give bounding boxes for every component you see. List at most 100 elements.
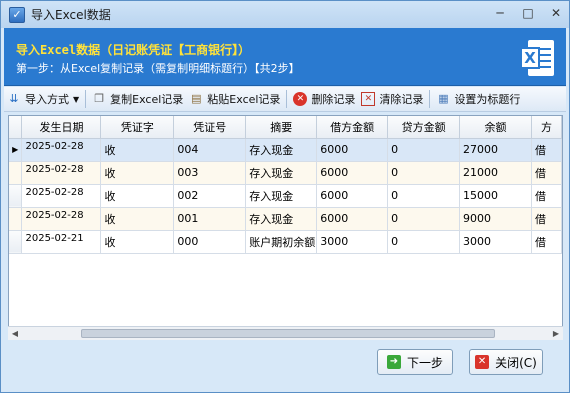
cell-direction[interactable]: 借 [531, 138, 562, 162]
copy-icon: ❐ [94, 92, 105, 105]
cell-voucher-number[interactable]: 001 [173, 207, 247, 231]
cell-voucher-number[interactable]: 000 [173, 230, 247, 254]
close-button[interactable]: ✕ 关闭(C) [469, 349, 543, 375]
column-header[interactable]: 发生日期 [21, 116, 102, 139]
scrollbar-thumb[interactable] [81, 329, 495, 338]
window-title: 导入Excel数据 [31, 8, 111, 22]
cell-summary[interactable]: 存入现金 [245, 184, 318, 208]
cell-voucher-word[interactable]: 收 [100, 184, 175, 208]
scroll-left-icon[interactable]: ◀ [10, 329, 20, 338]
cell-voucher-word[interactable]: 收 [100, 230, 175, 254]
copy-excel-button[interactable]: ❐ 复制Excel记录 [89, 88, 186, 110]
paste-excel-button[interactable]: ▤ 粘贴Excel记录 [186, 88, 283, 110]
row-header[interactable] [9, 207, 23, 231]
table-row[interactable]: 2025-02-28 收 002 存入现金 6000 0 15000 借 [9, 184, 562, 208]
cell-credit[interactable]: 0 [387, 184, 461, 208]
cell-credit[interactable]: 0 [387, 161, 461, 185]
horizontal-scrollbar[interactable]: ◀ ▶ [8, 326, 563, 340]
import-mode-icon: ⇊ [9, 92, 19, 105]
excel-icon-letter: X [520, 47, 540, 69]
cell-credit[interactable]: 0 [387, 207, 461, 231]
cell-voucher-word[interactable]: 收 [100, 138, 175, 162]
cell-voucher-word[interactable]: 收 [100, 207, 175, 231]
cell-date[interactable]: 2025-02-28 [21, 138, 102, 162]
cell-debit[interactable]: 6000 [316, 138, 389, 162]
column-header[interactable]: 余额 [459, 116, 532, 139]
set-header-row-label: 设置为标题行 [454, 93, 521, 106]
paste-icon: ▤ [191, 92, 202, 105]
cell-date[interactable]: 2025-02-28 [21, 161, 102, 185]
cell-credit[interactable]: 0 [387, 230, 461, 254]
cell-direction[interactable]: 借 [531, 161, 562, 185]
step-description: 第一步：从Excel复制记录（需复制明细标题行）【共2步】 [16, 62, 300, 75]
data-grid[interactable]: 发生日期 凭证字 凭证号 摘要 借方金额 贷方金额 余额 方 ▶ 2025-02… [8, 115, 563, 340]
banner-title: 导入Excel数据（日记账凭证【工商银行】） [16, 43, 251, 57]
cell-debit[interactable]: 6000 [316, 161, 389, 185]
table-row[interactable]: 2025-02-28 收 003 存入现金 6000 0 21000 借 [9, 161, 562, 185]
cell-voucher-number[interactable]: 004 [173, 138, 247, 162]
cell-debit[interactable]: 6000 [316, 207, 389, 231]
row-header[interactable] [9, 184, 23, 208]
clear-records-button[interactable]: ✕ 清除记录 [358, 88, 426, 110]
header-banner: 导入Excel数据（日记账凭证【工商银行】） 第一步：从Excel复制记录（需复… [4, 28, 566, 86]
cell-summary[interactable]: 存入现金 [245, 207, 318, 231]
paste-excel-label: 粘贴Excel记录 [207, 93, 281, 106]
close-window-button[interactable]: ✕ [549, 6, 563, 20]
cell-balance[interactable]: 9000 [459, 207, 532, 231]
cell-balance[interactable]: 27000 [459, 138, 532, 162]
cell-credit[interactable]: 0 [387, 138, 461, 162]
import-mode-dropdown[interactable]: ⇊ 导入方式 ▼ [4, 88, 82, 110]
delete-record-button[interactable]: ✕ 删除记录 [290, 88, 358, 110]
cell-voucher-number[interactable]: 002 [173, 184, 247, 208]
column-header[interactable]: 借方金额 [316, 116, 389, 139]
cell-voucher-number[interactable]: 003 [173, 161, 247, 185]
scroll-right-icon[interactable]: ▶ [551, 329, 561, 338]
row-header-corner [9, 116, 23, 139]
arrow-right-icon: ➜ [386, 355, 401, 369]
close-icon: ✕ [475, 355, 490, 369]
delete-icon: ✕ [293, 92, 308, 106]
row-header[interactable] [9, 161, 23, 185]
cell-summary[interactable]: 存入现金 [245, 161, 318, 185]
cell-date[interactable]: 2025-02-28 [21, 207, 102, 231]
close-label: 关闭(C) [495, 355, 537, 370]
records-table: 发生日期 凭证字 凭证号 摘要 借方金额 贷方金额 余额 方 ▶ 2025-02… [9, 116, 562, 254]
current-row-marker: ▶ [9, 138, 23, 162]
table-row[interactable]: 2025-02-28 收 001 存入现金 6000 0 9000 借 [9, 207, 562, 231]
cell-voucher-word[interactable]: 收 [100, 161, 175, 185]
cell-balance[interactable]: 21000 [459, 161, 532, 185]
cell-direction[interactable]: 借 [531, 207, 562, 231]
cell-summary[interactable]: 存入现金 [245, 138, 318, 162]
table-row[interactable]: 2025-02-21 收 000 账户期初余额 3000 0 3000 借 [9, 230, 562, 254]
maximize-button[interactable]: □ [521, 6, 535, 20]
app-icon: ✓ [9, 6, 25, 23]
set-header-row-button[interactable]: ▦ 设置为标题行 [433, 88, 523, 110]
column-header[interactable]: 摘要 [245, 116, 318, 139]
next-step-label: 下一步 [406, 355, 443, 370]
column-header[interactable]: 贷方金额 [387, 116, 461, 139]
clear-records-label: 清除记录 [379, 93, 424, 106]
cell-debit[interactable]: 3000 [316, 230, 389, 254]
toolbar: ⇊ 导入方式 ▼ ❐ 复制Excel记录 ▤ 粘贴Excel记录 ✕ 删除记录 … [4, 87, 566, 112]
cell-direction[interactable]: 借 [531, 184, 562, 208]
minimize-button[interactable]: ─ [493, 6, 507, 20]
cell-balance[interactable]: 3000 [459, 230, 532, 254]
table-header-row: 发生日期 凭证字 凭证号 摘要 借方金额 贷方金额 余额 方 [9, 116, 562, 139]
table-row[interactable]: ▶ 2025-02-28 收 004 存入现金 6000 0 27000 借 [9, 138, 562, 162]
cell-direction[interactable]: 借 [531, 230, 562, 254]
column-header[interactable]: 凭证号 [173, 116, 247, 139]
next-step-button[interactable]: ➜ 下一步 [377, 349, 453, 375]
import-excel-window: ✓ 导入Excel数据 ─ □ ✕ 导入Excel数据（日记账凭证【工商银行】）… [0, 0, 570, 393]
cell-date[interactable]: 2025-02-21 [21, 230, 102, 254]
cell-balance[interactable]: 15000 [459, 184, 532, 208]
column-header[interactable]: 方 [531, 116, 562, 139]
row-header[interactable] [9, 230, 23, 254]
cell-summary[interactable]: 账户期初余额 [245, 230, 318, 254]
chevron-down-icon: ▼ [73, 94, 80, 104]
clear-icon: ✕ [361, 92, 376, 106]
column-header[interactable]: 凭证字 [100, 116, 175, 139]
cell-debit[interactable]: 6000 [316, 184, 389, 208]
header-row-icon: ▦ [438, 92, 449, 105]
title-bar[interactable]: ✓ 导入Excel数据 ─ □ ✕ [1, 1, 569, 28]
cell-date[interactable]: 2025-02-28 [21, 184, 102, 208]
